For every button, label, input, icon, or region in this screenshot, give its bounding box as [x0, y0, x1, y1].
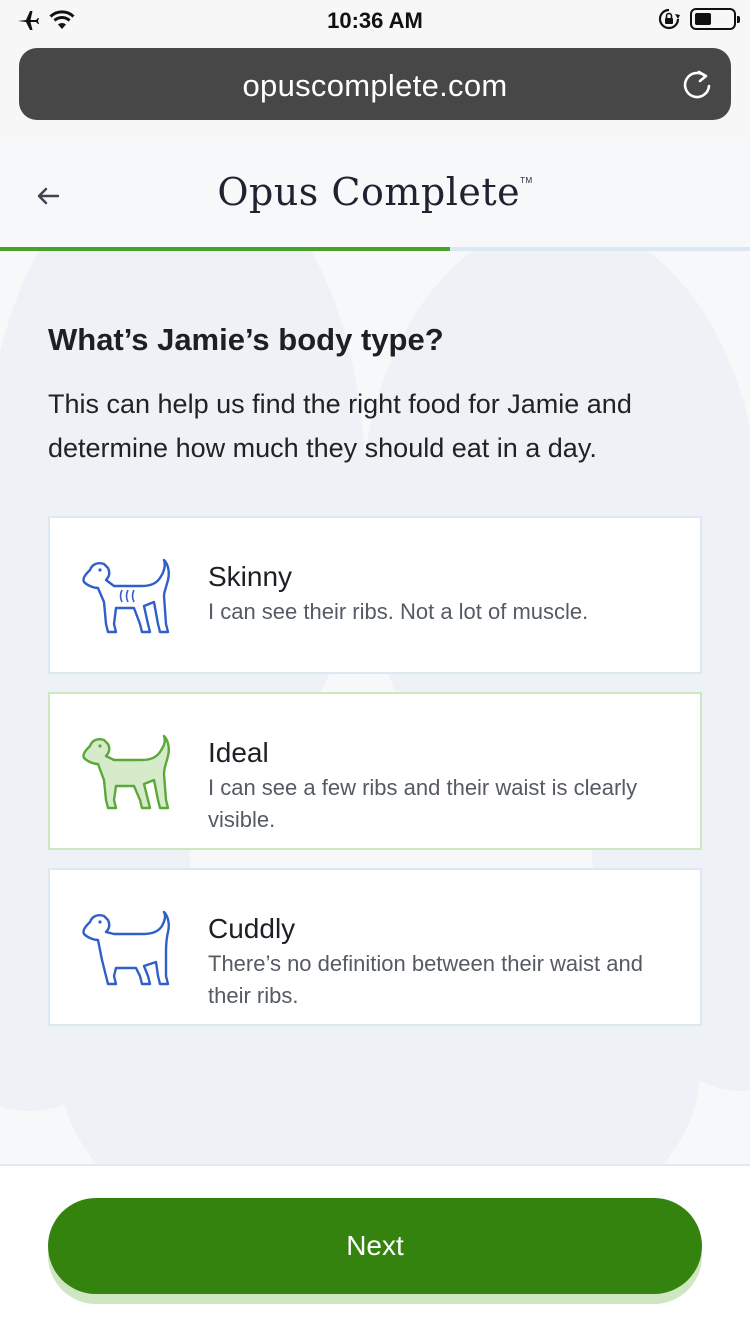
- option-text: Ideal I can see a few ribs and their wai…: [208, 736, 678, 836]
- option-title: Ideal: [208, 737, 269, 768]
- browser-chrome: opuscomplete.com: [0, 40, 750, 140]
- next-button[interactable]: Next: [48, 1198, 702, 1294]
- option-cuddly[interactable]: Cuddly There’s no definition between the…: [48, 868, 702, 1026]
- option-ideal[interactable]: Ideal I can see a few ribs and their wai…: [48, 692, 702, 850]
- status-right: [658, 8, 740, 30]
- skinny-dog-icon: [82, 558, 170, 634]
- option-text: Cuddly There’s no definition between the…: [208, 912, 678, 1012]
- option-description: I can see their ribs. Not a lot of muscl…: [208, 599, 589, 624]
- status-time: 10:36 AM: [327, 8, 423, 33]
- app-header: Opus CompleteTM: [0, 140, 750, 252]
- status-bar: 10:36 AM: [0, 0, 750, 40]
- logo: Opus CompleteTM: [0, 170, 750, 214]
- question-heading: What’s Jamie’s body type?: [48, 322, 444, 357]
- helper-text: This can help us find the right food for…: [48, 389, 632, 463]
- ideal-dog-icon: [82, 734, 170, 810]
- option-title: Cuddly: [208, 913, 296, 944]
- option-text: Skinny I can see their ribs. Not a lot o…: [208, 560, 678, 628]
- footer: Next: [0, 1164, 750, 1336]
- option-description: There’s no definition between their wais…: [208, 951, 643, 1008]
- rotation-lock-icon: [658, 8, 680, 30]
- logo-text: Opus Complete: [217, 170, 521, 214]
- option-title: Skinny: [208, 561, 293, 592]
- reload-icon[interactable]: [681, 68, 713, 102]
- url-text[interactable]: opuscomplete.com: [19, 68, 731, 104]
- trademark-mark: TM: [520, 176, 533, 185]
- option-description: I can see a few ribs and their waist is …: [208, 775, 638, 832]
- cuddly-dog-icon: [82, 910, 170, 986]
- battery-icon: [690, 8, 740, 30]
- url-bar[interactable]: opuscomplete.com: [19, 48, 731, 120]
- option-skinny[interactable]: Skinny I can see their ribs. Not a lot o…: [48, 516, 702, 674]
